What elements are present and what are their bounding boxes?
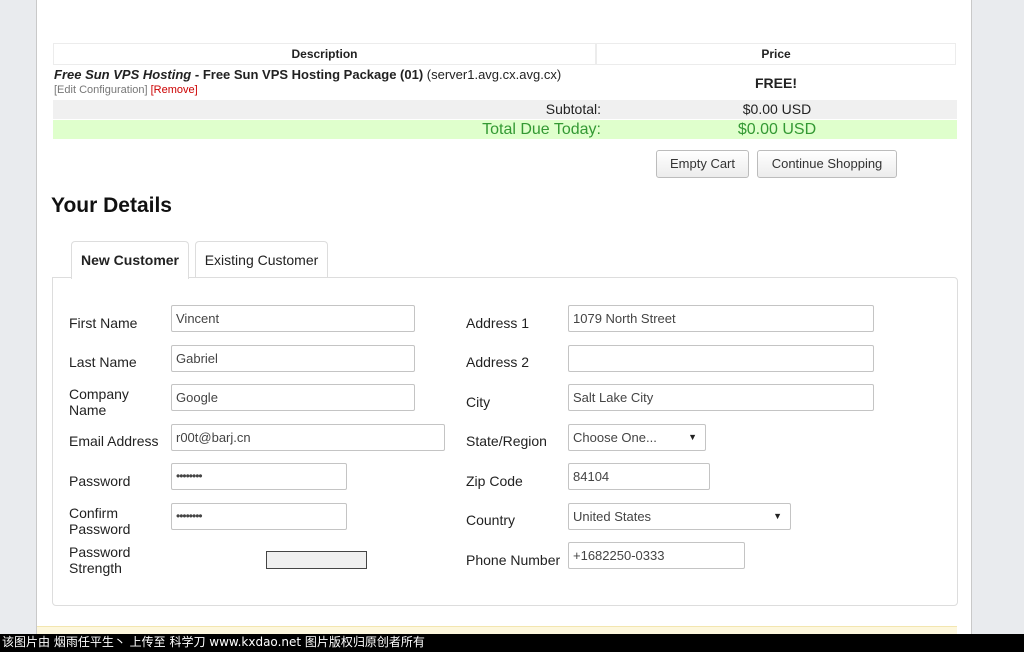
edit-configuration-link[interactable]: [Edit Configuration] [54, 84, 148, 96]
last-name-input[interactable]: Gabriel [171, 345, 415, 372]
strength-label-line2: Strength [69, 560, 122, 576]
first-name-label: First Name [69, 315, 138, 331]
product-line: Free Sun VPS Hosting - Free Sun VPS Host… [54, 67, 561, 82]
password-strength-meter [266, 551, 367, 569]
confirm-label-line2: Password [69, 521, 131, 537]
product-separator: - [191, 67, 203, 82]
subtotal-row: Subtotal: $0.00 USD [53, 100, 957, 119]
next-section-strip [37, 626, 957, 634]
product-name: Free Sun VPS Hosting Package (01) [202, 67, 424, 82]
tab-existing-customer[interactable]: Existing Customer [195, 241, 328, 278]
confirm-password-input[interactable]: •••••••• [171, 503, 347, 530]
product-price: FREE! [755, 75, 797, 91]
tab-new-customer[interactable]: New Customer [71, 241, 189, 279]
city-label: City [466, 394, 491, 410]
product-group: Free Sun VPS Hosting [54, 67, 192, 82]
country-selected-value: United States [573, 509, 652, 524]
phone-number-label: Phone Number [466, 552, 561, 568]
total-value: $0.00 USD [737, 121, 817, 138]
your-details-heading: Your Details [51, 194, 172, 217]
zip-code-input[interactable]: 84104 [568, 463, 710, 490]
company-label-line1: Company [69, 386, 129, 402]
last-name-label: Last Name [69, 354, 137, 370]
address1-input[interactable]: 1079 North Street [568, 305, 874, 332]
password-label: Password [69, 473, 131, 489]
address2-input[interactable] [568, 345, 874, 372]
page-container: Description Price Free Sun VPS Hosting -… [36, 0, 972, 634]
state-region-select[interactable]: Choose One... ▼ [568, 424, 706, 451]
first-name-input[interactable]: Vincent [171, 305, 415, 332]
total-row: Total Due Today: $0.00 USD [53, 120, 957, 139]
password-strength-label: Password Strength [69, 544, 130, 576]
watermark-footer: 该图片由 烟雨任平生丶 上传至 科学刀 www.kxdao.net 图片版权归原… [0, 634, 1024, 652]
company-label-line2: Name [69, 402, 107, 418]
price-header: Price [596, 43, 956, 65]
country-select[interactable]: United States ▼ [568, 503, 791, 530]
confirm-label-line1: Confirm [69, 505, 119, 521]
total-label: Total Due Today: [482, 121, 601, 138]
product-domain: (server1.avg.cx.avg.cx) [423, 67, 562, 82]
company-name-input[interactable]: Google [171, 384, 415, 411]
dropdown-arrow-icon: ▼ [688, 432, 697, 442]
state-region-label: State/Region [466, 433, 547, 449]
subtotal-label: Subtotal: [545, 101, 601, 117]
empty-cart-button[interactable]: Empty Cart [656, 150, 749, 178]
strength-label-line1: Password [69, 544, 131, 560]
dropdown-arrow-icon: ▼ [773, 511, 782, 521]
city-input[interactable]: Salt Lake City [568, 384, 874, 411]
email-input[interactable]: r00t@barj.cn [171, 424, 445, 451]
remove-link[interactable]: [Remove] [151, 84, 198, 96]
subtotal-value: $0.00 USD [742, 101, 812, 117]
zip-code-label: Zip Code [466, 473, 523, 489]
address2-label: Address 2 [466, 354, 530, 370]
phone-number-input[interactable]: +1682250-0333 [568, 542, 745, 569]
confirm-password-label: Confirm Password [69, 505, 130, 537]
continue-shopping-button[interactable]: Continue Shopping [757, 150, 897, 178]
password-input[interactable]: •••••••• [171, 463, 347, 490]
product-links: [Edit Configuration] [Remove] [54, 84, 198, 96]
address1-label: Address 1 [466, 315, 530, 331]
country-label: Country [466, 512, 516, 528]
company-name-label: Company Name [69, 386, 129, 418]
email-address-label: Email Address [69, 433, 159, 449]
state-selected-value: Choose One... [573, 430, 657, 445]
description-header: Description [53, 43, 596, 65]
